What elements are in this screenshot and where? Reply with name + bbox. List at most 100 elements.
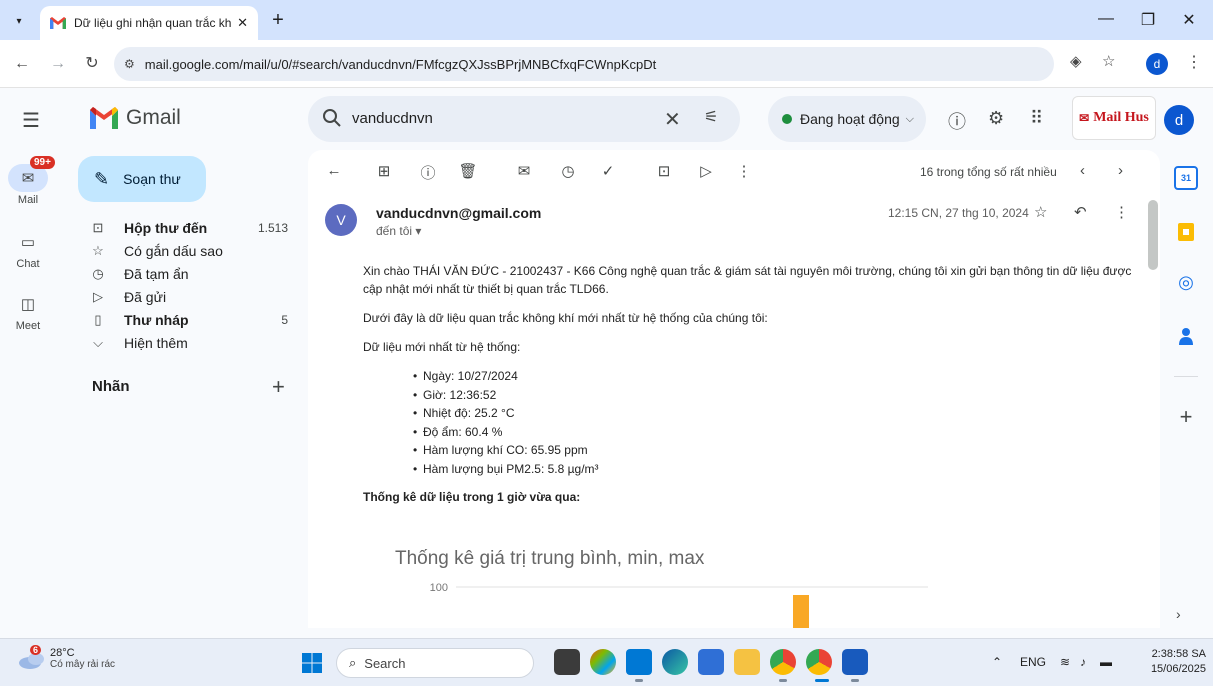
label-icon[interactable]: ▷ <box>696 162 716 180</box>
add-label-icon[interactable]: + <box>272 374 285 400</box>
back-icon[interactable]: ← <box>10 52 34 76</box>
apps-grid-icon[interactable]: ⠿ <box>1030 108 1043 129</box>
reply-icon[interactable]: ↶ <box>1074 203 1087 221</box>
rail-item-chat[interactable]: ▭ Chat <box>0 228 56 270</box>
store-icon[interactable] <box>698 649 724 675</box>
search-bar[interactable]: ✕ ⚟ <box>308 96 740 142</box>
sidebar-item-label: Có gắn dấu sao <box>124 242 223 259</box>
volume-icon[interactable]: ♪ <box>1080 655 1086 669</box>
rail-item-meet[interactable]: ◫ Meet <box>0 290 56 332</box>
sender-email[interactable]: vanducdnvn@gmail.com <box>376 205 541 221</box>
extension-icon[interactable]: ◈ <box>1070 52 1082 70</box>
edge-icon[interactable] <box>662 649 688 675</box>
compose-button[interactable]: ✎ Soạn thư <box>78 156 206 202</box>
search-options-icon[interactable]: ⚟ <box>704 107 718 127</box>
message-more-icon[interactable]: ⋮ <box>1114 203 1129 221</box>
address-bar[interactable]: ⚙ mail.google.com/mail/u/0/#search/vandu… <box>114 47 1054 81</box>
mark-unread-icon[interactable]: ✉ <box>514 162 534 180</box>
search-input[interactable] <box>352 110 652 127</box>
back-to-list-icon[interactable]: ← <box>324 162 344 179</box>
tab-search-icon[interactable]: ▾ <box>8 10 30 32</box>
rail-item-mail[interactable]: ✉ 99+ Mail <box>0 156 56 206</box>
expand-panel-icon[interactable]: › <box>1176 606 1181 622</box>
contacts-icon[interactable] <box>1174 324 1198 348</box>
wifi-icon[interactable]: ≋ <box>1060 655 1070 669</box>
message-body: Xin chào THÁI VĂN ĐỨC - 21002437 - K66 C… <box>363 262 1143 517</box>
move-to-icon[interactable]: ⊡ <box>654 162 674 180</box>
message-toolbar: ← ⊞ ⓘ 🗑 ✉ ◷ ✓ ⊡ ▷ ⋮ 16 trong tổng số rất… <box>308 150 1160 194</box>
input-language[interactable]: ENG <box>1020 655 1046 669</box>
bookmark-star-icon[interactable]: ☆ <box>1102 52 1115 70</box>
browser-menu-icon[interactable]: ⋮ <box>1186 52 1202 72</box>
chat-icon: ▭ <box>20 234 36 251</box>
intro-paragraph: Dưới đây là dữ liệu quan trắc không khí … <box>363 311 768 325</box>
latest-heading: Dữ liệu mới nhất từ hệ thống: <box>363 340 521 354</box>
video-icon: ◫ <box>20 296 36 313</box>
new-tab-button[interactable]: + <box>266 8 290 32</box>
system-clock[interactable]: 2:38:58 SA 15/06/2025 <box>1134 647 1206 677</box>
scrollbar-thumb[interactable] <box>1148 200 1158 270</box>
weather-description: Có mây rải rác <box>50 659 116 670</box>
restore-icon[interactable]: ❐ <box>1135 10 1161 30</box>
sidebar-item-drafts[interactable]: ▯ Thư nháp 5 <box>78 308 304 331</box>
site-info-icon[interactable]: ⚙ <box>124 57 135 71</box>
sidebar-item-inbox[interactable]: ⊡ Hộp thư đến 1.513 <box>78 216 304 239</box>
sidebar-item-snoozed[interactable]: ◷ Đã tạm ẩn <box>78 262 304 285</box>
recipient-details[interactable]: đến tôi ▾ <box>376 224 421 238</box>
tasks-icon[interactable]: ◎ <box>1174 270 1198 294</box>
add-task-icon[interactable]: ✓ <box>598 162 618 180</box>
compose-label: Soạn thư <box>123 171 181 187</box>
tray-overflow-icon[interactable]: ⌃ <box>992 655 1002 669</box>
close-window-icon[interactable]: ✕ <box>1176 10 1202 30</box>
profile-avatar[interactable]: d <box>1146 53 1168 75</box>
gmail-logo[interactable]: Gmail <box>90 106 181 130</box>
file-explorer-icon[interactable] <box>734 649 760 675</box>
clear-search-icon[interactable]: ✕ <box>664 107 681 132</box>
reload-icon[interactable]: ↻ <box>80 52 104 76</box>
account-avatar[interactable]: d <box>1164 105 1194 135</box>
sidebar-item-sent[interactable]: ▷ Đã gửi <box>78 285 304 308</box>
calendar-icon[interactable]: 31 <box>1174 166 1198 190</box>
snooze-icon[interactable]: ◷ <box>558 162 578 180</box>
settings-gear-icon[interactable]: ⚙ <box>988 108 1004 129</box>
main-menu-icon[interactable]: ☰ <box>22 108 40 133</box>
weather-widget[interactable]: 6 28°C Có mây rải rác <box>18 645 116 671</box>
chrome-profile-icon[interactable] <box>806 649 832 675</box>
archive-icon[interactable]: ⊞ <box>374 162 394 180</box>
task-view-icon[interactable] <box>554 649 580 675</box>
sidebar-item-more[interactable]: ⌵ Hiện thêm <box>78 331 304 354</box>
chrome-icon[interactable] <box>770 649 796 675</box>
add-addon-icon[interactable]: + <box>1174 404 1198 430</box>
list-item: Nhiệt độ: 25.2 °C <box>413 404 1143 423</box>
vscode-icon[interactable] <box>626 649 652 675</box>
sidebar-item-starred[interactable]: ☆ Có gắn dấu sao <box>78 239 304 262</box>
older-icon[interactable]: › <box>1118 162 1123 179</box>
clock-time: 2:38:58 SA <box>1151 648 1206 660</box>
unread-count: 1.513 <box>257 220 288 235</box>
battery-icon[interactable]: ▬ <box>1100 655 1112 669</box>
newer-icon[interactable]: ‹ <box>1080 162 1085 179</box>
status-label: Đang hoạt động <box>800 111 900 127</box>
taskbar-search[interactable]: ⌕ Search <box>336 648 534 678</box>
unread-badge: 99+ <box>30 156 55 169</box>
more-actions-icon[interactable]: ⋮ <box>734 162 754 180</box>
windows-start-icon[interactable] <box>302 653 322 673</box>
keep-icon[interactable] <box>1174 220 1198 244</box>
star-icon[interactable]: ☆ <box>1034 203 1047 221</box>
report-spam-icon[interactable]: ⓘ <box>418 162 438 183</box>
minimize-icon[interactable]: — <box>1093 10 1119 28</box>
forward-icon[interactable]: → <box>46 52 70 76</box>
copilot-icon[interactable] <box>590 649 616 675</box>
sender-avatar[interactable]: V <box>325 204 357 236</box>
star-icon: ☆ <box>92 242 104 258</box>
active-indicator <box>815 679 829 682</box>
word-icon[interactable] <box>842 649 868 675</box>
org-brand-badge[interactable]: ✉ Mail Hus <box>1072 96 1156 140</box>
help-icon[interactable]: ⓘ <box>948 108 966 134</box>
tab-close-icon[interactable]: ✕ <box>237 15 248 31</box>
delete-icon[interactable]: 🗑 <box>458 162 478 180</box>
search-icon[interactable] <box>322 108 342 128</box>
running-indicator <box>779 679 787 682</box>
status-selector[interactable]: Đang hoạt động ⌵ <box>768 96 926 142</box>
browser-tab-active[interactable]: Dữ liệu ghi nhận quan trắc khô ✕ <box>40 6 258 40</box>
